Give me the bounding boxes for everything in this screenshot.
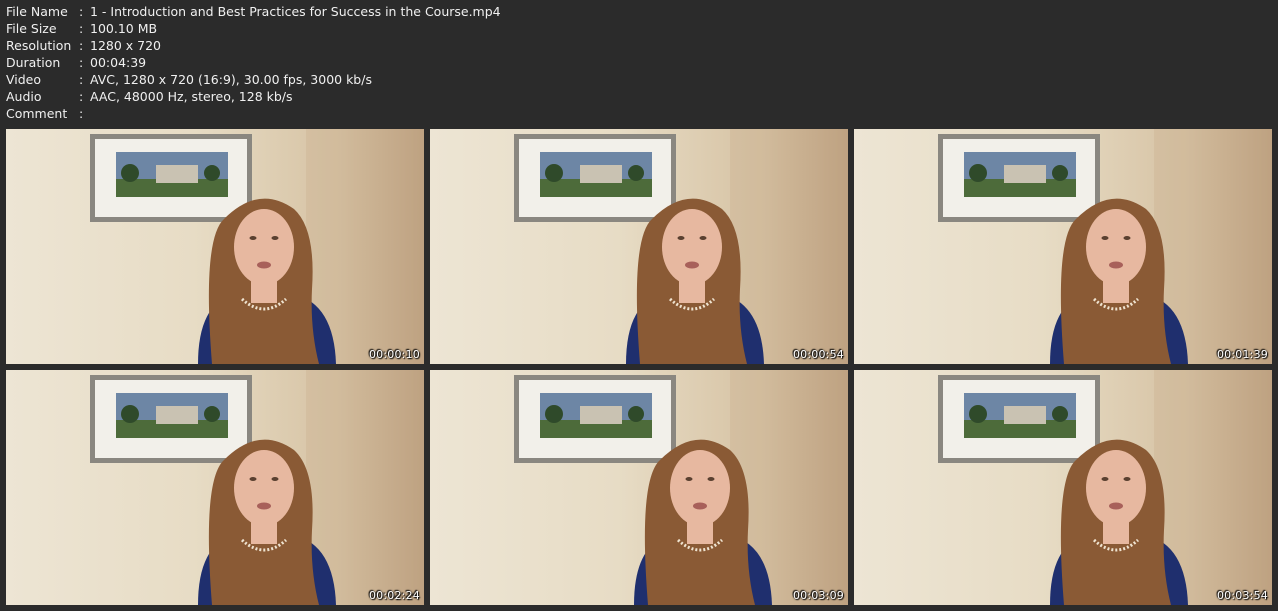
presenter-face [1086, 209, 1146, 285]
info-key: Resolution [6, 38, 72, 53]
presenter-eye [271, 236, 279, 240]
presenter-eye [685, 477, 693, 481]
info-row-file-size: File Size : 100.10 MB [6, 20, 501, 37]
video-thumbnail: 00:01:39 [854, 129, 1272, 364]
picture-tree [969, 405, 987, 423]
info-key: Audio [6, 89, 42, 104]
presenter-mouth [1109, 261, 1123, 269]
info-key: Comment [6, 106, 68, 121]
presenter-face [670, 450, 730, 526]
presenter-eye [1101, 236, 1109, 240]
picture-tree [1052, 406, 1068, 422]
presenter-eye [677, 236, 685, 240]
video-frame-image [90, 370, 424, 605]
info-separator: : [79, 38, 84, 53]
presenter-face [234, 450, 294, 526]
presenter-eye [1123, 236, 1131, 240]
presenter-face [1086, 450, 1146, 526]
picture-tree [628, 165, 644, 181]
timestamp-label: 00:00:10 [368, 348, 420, 361]
timestamp-label: 00:02:24 [368, 589, 420, 602]
timestamp-label: 00:03:09 [792, 589, 844, 602]
video-frame-image [938, 370, 1272, 605]
picture-building [1004, 165, 1046, 183]
info-value: 100.10 MB [90, 21, 158, 36]
video-thumbnail: 00:00:10 [6, 129, 424, 364]
picture-tree [204, 165, 220, 181]
presenter-face [662, 209, 722, 285]
info-key: File Size [6, 21, 57, 36]
picture-building [156, 165, 198, 183]
thumbnail-grid: 00:00:10 00:00:54 00:01:39 00:02:24 00:0… [6, 129, 1272, 605]
info-row-duration: Duration : 00:04:39 [6, 54, 501, 71]
presenter-mouth [257, 502, 271, 510]
info-value: 1 - Introduction and Best Practices for … [90, 4, 501, 19]
info-value: AAC, 48000 Hz, stereo, 128 kb/s [90, 89, 293, 104]
framed-picture [90, 134, 252, 222]
picture-building [156, 406, 198, 424]
info-row-file-name: File Name : 1 - Introduction and Best Pr… [6, 3, 501, 20]
video-thumbnail: 00:02:24 [6, 370, 424, 605]
picture-tree [545, 164, 563, 182]
video-frame-image [514, 129, 848, 364]
video-thumbnail: 00:03:54 [854, 370, 1272, 605]
info-row-comment: Comment : [6, 105, 501, 122]
info-separator: : [79, 55, 84, 70]
video-frame-image [514, 370, 848, 605]
picture-tree [1052, 165, 1068, 181]
info-separator: : [79, 21, 84, 36]
presenter-eye [1123, 477, 1131, 481]
presenter-mouth [1109, 502, 1123, 510]
timestamp-label: 00:00:54 [792, 348, 844, 361]
video-thumbnail: 00:03:09 [430, 370, 848, 605]
framed-picture [90, 375, 252, 463]
info-separator: : [79, 106, 84, 121]
info-key: Duration [6, 55, 61, 70]
picture-building [1004, 406, 1046, 424]
picture-building [580, 406, 622, 424]
info-key: Video [6, 72, 42, 87]
framed-picture [938, 375, 1100, 463]
info-row-audio: Audio : AAC, 48000 Hz, stereo, 128 kb/s [6, 88, 501, 105]
picture-tree [628, 406, 644, 422]
presenter-mouth [693, 502, 707, 510]
presenter-eye [707, 477, 715, 481]
info-value: 1280 x 720 [90, 38, 162, 53]
video-frame-image [90, 129, 424, 364]
presenter-eye [249, 236, 257, 240]
picture-tree [545, 405, 563, 423]
info-separator: : [79, 72, 84, 87]
picture-tree [121, 405, 139, 423]
picture-building [580, 165, 622, 183]
timestamp-label: 00:01:39 [1216, 348, 1268, 361]
info-separator: : [79, 4, 84, 19]
presenter-mouth [685, 261, 699, 269]
info-row-video: Video : AVC, 1280 x 720 (16:9), 30.00 fp… [6, 71, 501, 88]
picture-tree [121, 164, 139, 182]
timestamp-label: 00:03:54 [1216, 589, 1268, 602]
presenter-eye [1101, 477, 1109, 481]
info-separator: : [79, 89, 84, 104]
presenter-eye [271, 477, 279, 481]
presenter-eye [699, 236, 707, 240]
framed-picture [514, 375, 676, 463]
info-value: 00:04:39 [90, 55, 147, 70]
presenter-face [234, 209, 294, 285]
info-value: AVC, 1280 x 720 (16:9), 30.00 fps, 3000 … [90, 72, 372, 87]
picture-tree [204, 406, 220, 422]
picture-tree [969, 164, 987, 182]
video-frame-image [938, 129, 1272, 364]
framed-picture [938, 134, 1100, 222]
info-row-resolution: Resolution : 1280 x 720 [6, 37, 501, 54]
info-key: File Name [6, 4, 68, 19]
presenter-mouth [257, 261, 271, 269]
presenter-eye [249, 477, 257, 481]
video-thumbnail: 00:00:54 [430, 129, 848, 364]
media-info-panel: File Name : 1 - Introduction and Best Pr… [6, 3, 501, 122]
framed-picture [514, 134, 676, 222]
